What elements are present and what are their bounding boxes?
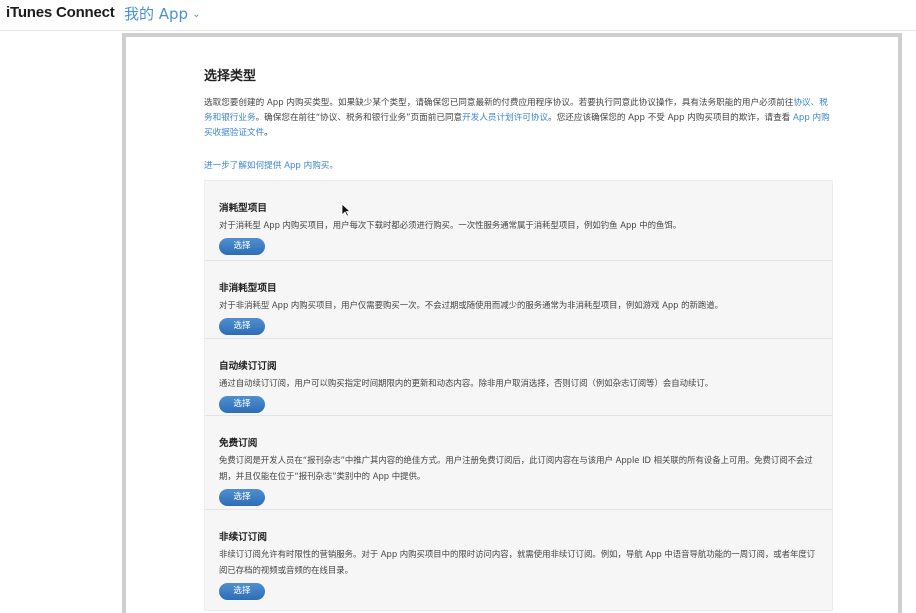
type-description: 通过自动续订订阅，用户可以购买指定时间期限内的更新和动态内容。除非用户取消选择，… [219,378,714,388]
type-description: 非续订订阅允许有时限性的营销服务。对于 App 内购买项目中的限时访问内容，就需… [219,549,816,575]
type-name: 免费订阅 [219,438,258,449]
intro-text: 选取您要创建的 App 内购买类型。如果缺少某个类型，请确保您已同意最新的付费应… [204,96,834,141]
type-description: 对于非消耗型 App 内购买项目，用户仅需要购买一次。不会过期或随使用而减少的服… [219,300,723,310]
intro-text-part: 选取您要创建的 App 内购买类型。如果缺少某个类型，请确保您已同意最新的付费应… [204,98,794,108]
select-button[interactable]: 选择 [219,318,265,335]
type-name: 非续订订阅 [219,532,267,543]
brand-title[interactable]: iTunes Connect [6,4,115,21]
learn-more-link[interactable]: 进一步了解如何提供 App 内购买。 [204,159,834,171]
select-button[interactable]: 选择 [219,396,265,413]
my-apps-menu[interactable]: 我的 App ⌄ [124,3,200,24]
type-description: 免费订阅是开发人员在“报刊杂志”中推广其内容的绝佳方式。用户注册免费订阅后，此订… [219,455,813,481]
type-item-free-subscription: 免费订阅 免费订阅是开发人员在“报刊杂志”中推广其内容的绝佳方式。用户注册免费订… [205,416,832,510]
mouse-cursor-icon [341,203,351,217]
top-bar: iTunes Connect 我的 App ⌄ [0,0,916,31]
type-item-non-renewing: 非续订订阅 非续订订阅允许有时限性的营销服务。对于 App 内购买项目中的限时访… [205,510,832,610]
my-apps-label: 我的 App [124,5,189,23]
page-frame: 选择类型 选取您要创建的 App 内购买类型。如果缺少某个类型，请确保您已同意最… [122,33,902,613]
type-name: 非消耗型项目 [219,283,277,294]
type-description: 对于消耗型 App 内购买项目，用户每次下载时都必须进行购买。一次性服务通常属于… [219,220,682,230]
chevron-down-icon: ⌄ [192,9,201,20]
select-button[interactable]: 选择 [219,489,265,506]
type-name: 消耗型项目 [219,203,267,214]
type-list: 消耗型项目 对于消耗型 App 内购买项目，用户每次下载时都必须进行购买。一次性… [204,180,833,611]
intro-text-part: 。 [264,128,273,138]
type-item-consumable: 消耗型项目 对于消耗型 App 内购买项目，用户每次下载时都必须进行购买。一次性… [205,181,832,261]
type-item-auto-renewable: 自动续订订阅 通过自动续订订阅，用户可以购买指定时间期限内的更新和动态内容。除非… [205,339,832,416]
intro-text-part: 。您还应该确保您的 App 不受 App 内购买项目的欺诈，请查看 [548,113,793,123]
intro-text-part: 。确保您在前往“协议、税务和银行业务”页面前已同意 [255,113,463,123]
type-item-non-consumable: 非消耗型项目 对于非消耗型 App 内购买项目，用户仅需要购买一次。不会过期或随… [205,261,832,339]
page-title: 选择类型 [204,69,257,84]
select-button[interactable]: 选择 [219,238,265,255]
select-button[interactable]: 选择 [219,583,265,600]
type-name: 自动续订订阅 [219,361,277,372]
intro-section: 选择类型 选取您要创建的 App 内购买类型。如果缺少某个类型，请确保您已同意最… [204,65,834,171]
developer-program-license-link[interactable]: 开发人员计划许可协议 [462,113,548,123]
